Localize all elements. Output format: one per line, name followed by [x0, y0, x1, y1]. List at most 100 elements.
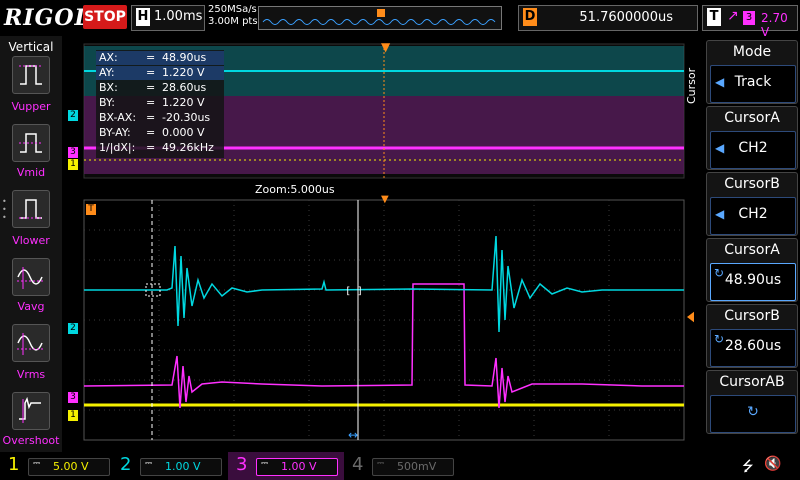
ch3-overview-marker[interactable]: 3 — [68, 147, 78, 158]
cursor-row: BX-AX: = -20.30us — [99, 111, 211, 124]
cursor-b-position-menu-item[interactable]: CursorB ↻ 28.60us — [706, 304, 798, 368]
cursor-ab-value-box: ↻ — [710, 395, 796, 433]
cursor-a-position-value-box: ↻ 48.90us — [710, 263, 796, 301]
mode-title: Mode — [732, 44, 772, 60]
vupper-label: Vupper — [11, 100, 51, 113]
ch2-zoom-marker[interactable]: 2 — [68, 323, 78, 334]
dc-coupling-icon: ⎓ — [145, 459, 153, 469]
dc-coupling-icon: ⎓ — [33, 459, 41, 469]
trigger-display[interactable]: T ↗ 3 2.70 V — [702, 5, 798, 39]
ch3-scale: 1.00 V — [281, 460, 317, 473]
horizontal-position-icon: ↔ — [348, 428, 359, 442]
memory-depth: 3.00M pts — [208, 16, 258, 27]
ch2-overview-marker[interactable]: 2 — [68, 110, 78, 121]
cursor-row: AY: = 1.220 V — [96, 66, 224, 80]
trigger-level: 2.70 V — [761, 11, 788, 39]
top-status-bar: RIGOL STOP H 1.00ms 250MSa/s 3.00M pts D… — [0, 0, 800, 39]
vlower-button[interactable] — [12, 190, 50, 228]
cursor-b-position-value-box: ↻ 28.60us — [710, 329, 796, 367]
trigger-source: 3 — [743, 11, 755, 25]
cursor-ab-menu-item[interactable]: CursorAB ↻ — [706, 370, 798, 434]
cursor-b-position-title: CursorB — [724, 308, 780, 324]
ch1-status[interactable]: 1 ⎓ 5.00 V — [0, 452, 116, 480]
vmid-button[interactable] — [12, 124, 50, 162]
cursor-a-source-value: CH2 — [738, 140, 768, 156]
memory-overview-strip[interactable] — [258, 6, 502, 30]
vavg-label: Vavg — [17, 300, 45, 313]
overshoot-button[interactable] — [12, 392, 50, 430]
trigger-label: T — [707, 8, 721, 26]
cursor-row: BY: = 1.220 V — [99, 96, 205, 109]
cursor-b-source-value-box: ◀ CH2 — [710, 197, 796, 235]
speaker-muted-icon[interactable]: 🔇 — [764, 456, 781, 472]
ch1-zoom-marker[interactable]: 1 — [68, 410, 78, 421]
delay-label: D — [523, 8, 537, 26]
ch4-number: 4 — [352, 454, 364, 475]
horizontal-label: H — [136, 8, 150, 26]
cursor-row: 1/|dX|: = 49.26kHz — [99, 141, 214, 154]
cursor-b-source-title: CursorB — [724, 176, 780, 192]
cursor-row: BX: = 28.60us — [99, 81, 207, 94]
trigger-zoom-marker[interactable]: T — [86, 204, 96, 215]
cursor-row: BY-AY: = 0.000 V — [99, 126, 205, 139]
memory-position-marker — [377, 9, 385, 17]
vmid-icon — [19, 133, 43, 153]
vupper-button[interactable] — [12, 56, 50, 94]
ch4-scale-box: ⎓ 500mV — [372, 458, 454, 476]
rigol-logo: RIGOL — [4, 5, 91, 31]
vavg-icon — [17, 267, 45, 289]
zoom-timebase-label: Zoom:5.000us — [255, 183, 335, 196]
overshoot-icon — [19, 396, 41, 423]
vavg-button[interactable] — [12, 258, 50, 296]
ch4-status[interactable]: 4 ⎓ 500mV — [344, 452, 460, 480]
timebase-value: 1.00ms — [154, 9, 203, 24]
rising-edge-icon: ↗ — [727, 8, 739, 24]
ch2-scale: 1.00 V — [165, 460, 201, 473]
overview-trigger-position-icon: ▼ — [381, 40, 391, 54]
delay-display[interactable]: D 51.7600000us — [518, 5, 698, 31]
mode-value-box: ◀ Track — [710, 65, 796, 103]
dc-coupling-icon: ⎓ — [261, 459, 269, 469]
vupper-icon — [19, 65, 43, 85]
vrms-button[interactable] — [12, 324, 50, 362]
cursor-b-source-menu-item[interactable]: CursorB ◀ CH2 — [706, 172, 798, 236]
ch3-scale-box: ⎓ 1.00 V — [256, 458, 338, 476]
ch2-status[interactable]: 2 ⎓ 1.00 V — [112, 452, 228, 480]
cursor-a-marker: [ ] — [345, 286, 363, 297]
ch3-zoom-marker[interactable]: 3 — [68, 392, 78, 403]
dc-coupling-icon: ⎓ — [377, 459, 385, 469]
horizontal-timebase[interactable]: H 1.00ms — [131, 5, 205, 31]
panel-page-dots: • • • — [2, 197, 7, 222]
mode-menu-item[interactable]: Mode ◀ Track — [706, 40, 798, 104]
ch1-number: 1 — [8, 454, 20, 475]
delay-value: 51.7600000us — [579, 10, 673, 25]
cursor-a-position-menu-item[interactable]: CursorA ↻ 48.90us — [706, 238, 798, 302]
cursor-menu-side-label: Cursor — [685, 67, 698, 104]
ch2-scale-box: ⎓ 1.00 V — [140, 458, 222, 476]
run-stop-button[interactable]: STOP — [83, 5, 127, 29]
ch1-overview-marker[interactable]: 1 — [68, 159, 78, 170]
sample-rate: 250MSa/s — [208, 4, 257, 15]
cursor-readout-table: AX: = 48.90us AY: = 1.220 V BX: = 28.60us BY: =… — [96, 50, 224, 158]
mode-value: Track — [734, 74, 772, 90]
multifunction-knob-icon: ↻ — [747, 404, 759, 420]
vertical-panel-title: Vertical — [8, 40, 54, 54]
ch1-scale: 5.00 V — [53, 460, 89, 473]
cursor-b-position-value: 28.60us — [724, 338, 782, 354]
overshoot-label: Overshoot — [2, 434, 60, 447]
zoom-trigger-position-icon: ▼ — [381, 194, 389, 205]
ch1-scale-box: ⎓ 5.00 V — [28, 458, 110, 476]
cursor-a-source-value-box: ◀ CH2 — [710, 131, 796, 169]
memory-waveform-icon — [262, 9, 496, 25]
ch2-number: 2 — [120, 454, 132, 475]
cursor-a-position-value: 48.90us — [724, 272, 782, 288]
vrms-icon — [17, 333, 45, 355]
acquisition-info: 250MSa/s 3.00M pts — [208, 4, 258, 28]
ch3-status[interactable]: 3 ⎓ 1.00 V — [228, 452, 344, 480]
vlower-label: Vlower — [12, 234, 50, 247]
cursor-a-source-menu-item[interactable]: CursorA ◀ CH2 — [706, 106, 798, 170]
cursor-a-source-title: CursorA — [724, 110, 780, 126]
ch4-scale: 500mV — [397, 460, 437, 473]
ch3-number: 3 — [236, 454, 248, 475]
cursor-a-position-title: CursorA — [724, 242, 780, 258]
